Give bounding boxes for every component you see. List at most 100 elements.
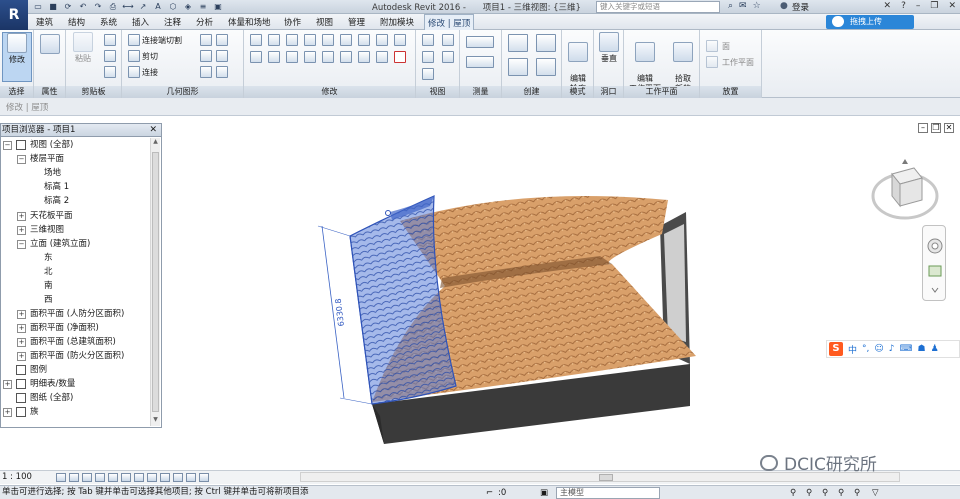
tree-item[interactable]: 图例 — [3, 363, 47, 377]
viewcube-home-icon[interactable] — [902, 159, 908, 164]
tree-item[interactable]: − 视图 (全部) — [3, 138, 73, 152]
close-icon[interactable]: ✕ — [948, 1, 956, 11]
expand-icon[interactable]: + — [17, 323, 26, 333]
view-filter-icon[interactable] — [442, 51, 454, 63]
create-assembly-icon[interactable] — [508, 58, 528, 76]
expand-icon[interactable]: + — [17, 337, 26, 347]
create-group-icon[interactable] — [536, 34, 556, 52]
user-settings-icon[interactable]: ☗ — [918, 344, 926, 354]
collapse-icon[interactable]: − — [17, 239, 26, 249]
sun-path-icon[interactable] — [82, 473, 92, 482]
vertical-opening-button[interactable]: 垂直 — [594, 32, 624, 64]
navbar-menu-icon[interactable] — [931, 287, 939, 293]
tab-manage[interactable]: 管理 — [348, 16, 365, 28]
user-icon[interactable]: ● — [780, 1, 788, 11]
measure-distance-icon[interactable] — [466, 36, 494, 48]
print-icon[interactable]: ⎙ — [107, 1, 119, 12]
tab-architecture[interactable]: 建筑 — [36, 16, 53, 28]
restore-icon[interactable]: ❐ — [930, 1, 938, 11]
wall-joins-icon[interactable] — [200, 34, 212, 46]
move-icon[interactable] — [250, 51, 262, 63]
override-icon[interactable] — [442, 34, 454, 46]
array-icon[interactable] — [394, 34, 406, 46]
create-similar-icon[interactable] — [536, 58, 556, 76]
minimize-icon[interactable]: – — [916, 1, 921, 11]
tree-item[interactable]: − 楼层平面 — [17, 152, 64, 166]
sync-icon[interactable]: ⟳ — [62, 1, 74, 12]
search-input[interactable]: 键入关键字或短语 — [596, 1, 720, 13]
edit-workplane-button[interactable]: 编辑 工作平面 — [628, 32, 662, 94]
select-underlay-icon[interactable]: ⚲ — [806, 487, 812, 499]
visual-style-icon[interactable] — [69, 473, 79, 482]
crop-view-icon[interactable] — [121, 473, 131, 482]
panel-label-select[interactable]: 选择 — [0, 86, 33, 98]
scroll-thumb[interactable] — [152, 152, 159, 412]
shadows-icon[interactable] — [95, 473, 105, 482]
detail-level-icon[interactable] — [56, 473, 66, 482]
scale-icon[interactable] — [358, 51, 370, 63]
tree-item[interactable]: 南 — [31, 279, 53, 293]
modify-button[interactable]: 修改 — [2, 32, 32, 82]
analytical-icon[interactable] — [186, 473, 196, 482]
tab-view[interactable]: 视图 — [316, 16, 333, 28]
text-icon[interactable]: A — [152, 1, 164, 12]
join-button[interactable]: 连接 — [128, 66, 158, 78]
view-eraser-icon[interactable] — [422, 68, 434, 80]
render-icon[interactable] — [108, 473, 118, 482]
demolish-icon[interactable] — [200, 66, 212, 78]
select-by-face-icon[interactable]: ⚲ — [838, 487, 844, 499]
hscroll-thumb[interactable] — [599, 474, 613, 481]
match-type-icon[interactable] — [104, 66, 116, 78]
viewport-close-icon[interactable]: ✕ — [944, 123, 954, 133]
copy-element-icon[interactable] — [268, 51, 280, 63]
trim-multiple-icon[interactable] — [340, 51, 352, 63]
help-icon[interactable]: ? — [901, 1, 906, 11]
edit-profile-button[interactable]: 编辑 轮廓 — [563, 32, 593, 94]
show-crop-icon[interactable] — [134, 473, 144, 482]
cut-icon[interactable] — [104, 34, 116, 46]
worksets-icon[interactable]: ⌐ — [486, 487, 493, 499]
favorites-icon[interactable]: ☆ — [753, 1, 761, 11]
collapse-icon[interactable]: − — [3, 140, 12, 150]
section-icon[interactable]: ◈ — [182, 1, 194, 12]
close-hidden-icon[interactable]: ▣ — [212, 1, 224, 12]
viewport-restore-icon[interactable]: ❐ — [931, 123, 941, 133]
mirror-axis-icon[interactable] — [286, 34, 298, 46]
sogou-logo[interactable]: S — [829, 342, 843, 356]
expand-icon[interactable]: + — [17, 225, 26, 235]
pin-icon[interactable] — [358, 34, 370, 46]
mic-icon[interactable]: ♪ — [889, 344, 895, 354]
tab-massing-site[interactable]: 体量和场地 — [228, 16, 271, 28]
active-model-select[interactable]: 主模型 — [556, 487, 660, 499]
hammer-icon[interactable] — [216, 66, 228, 78]
tab-addins[interactable]: 附加模块 — [380, 16, 414, 28]
tree-item[interactable]: + 天花板平面 — [17, 209, 73, 223]
highlight-displacement-icon[interactable] — [199, 473, 209, 482]
pick-new-button[interactable]: 拾取 新的 — [668, 32, 698, 94]
tab-insert[interactable]: 插入 — [132, 16, 149, 28]
trim-single-icon[interactable] — [322, 51, 334, 63]
zoom-region-icon[interactable] — [928, 265, 942, 277]
skin-icon[interactable]: ♟ — [931, 344, 939, 354]
collapse-icon[interactable]: − — [17, 154, 26, 164]
trim-extend-icon[interactable] — [304, 51, 316, 63]
tree-item[interactable]: + 明细表/数量 — [3, 377, 75, 391]
redo-icon[interactable]: ↷ — [92, 1, 104, 12]
keyboard-icon[interactable]: ⌨ — [900, 344, 913, 354]
design-options-icon[interactable]: ▣ — [540, 487, 548, 499]
filter-icon[interactable]: ▽ — [872, 487, 879, 499]
emoji-icon[interactable]: ☺ — [874, 344, 883, 354]
close-icon[interactable]: ✕ — [149, 124, 157, 136]
hide-icon[interactable] — [422, 34, 434, 46]
tree-item[interactable]: 北 — [31, 265, 53, 279]
app-logo[interactable]: R — [0, 0, 28, 30]
mirror-draw-icon[interactable] — [304, 34, 316, 46]
offset-icon[interactable] — [268, 34, 280, 46]
unpin-icon[interactable] — [376, 34, 388, 46]
expand-icon[interactable]: + — [3, 407, 12, 417]
shape-handle[interactable] — [385, 210, 391, 216]
place-on-face-button[interactable]: 面 — [706, 40, 730, 52]
browser-scrollbar[interactable]: ▲ ▼ — [150, 138, 160, 426]
unpin2-icon[interactable] — [376, 51, 388, 63]
split-face-icon[interactable] — [216, 34, 228, 46]
